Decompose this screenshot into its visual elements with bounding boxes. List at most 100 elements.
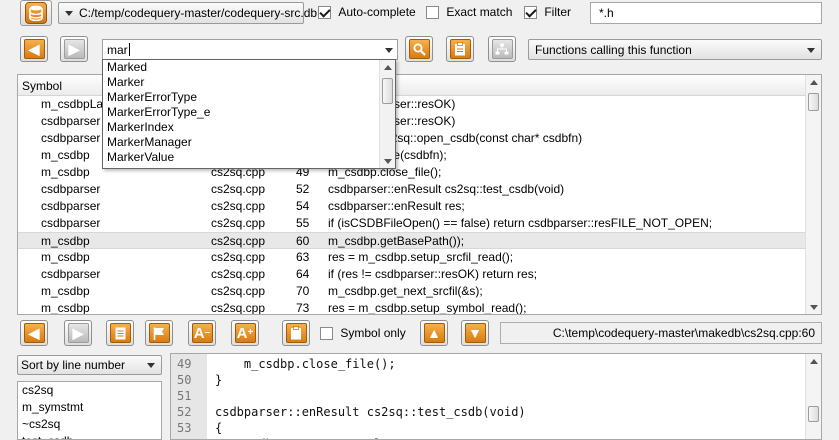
cell-code: if (isCSDBFileOpen() == false) return cs… (328, 216, 713, 230)
cell-line: 63 (296, 250, 310, 264)
table-row[interactable]: csdbparser cs2sq.cpp 54 csdbparser::enResul… (18, 198, 806, 215)
open-file-button[interactable] (106, 320, 134, 346)
cell-line: 52 (296, 182, 310, 196)
decrease-font-button[interactable]: A – (188, 320, 216, 346)
arrow-down-icon: ▼ (464, 323, 486, 343)
results-scrollbar[interactable] (805, 75, 821, 314)
filter-input[interactable]: *.h (590, 2, 822, 24)
code-scrollbar[interactable] (805, 354, 821, 439)
suggestion-scrollbar[interactable] (379, 60, 395, 168)
chevron-down-icon (807, 47, 815, 53)
cell-symbol: m_csdbpLa (41, 97, 104, 111)
bookmark-button[interactable] (145, 320, 173, 346)
next-result-button[interactable]: ▼ (461, 320, 489, 346)
autocomplete-checkbox[interactable] (318, 6, 331, 20)
table-row[interactable]: csdbparser cs2sq.cpp 52 csdbparser::enResul… (18, 181, 806, 198)
code-text: csdbparser::enResult res; (215, 436, 425, 439)
file-forward-button[interactable]: ▶ (64, 320, 92, 346)
increase-font-button[interactable]: A + (231, 320, 259, 346)
table-row[interactable]: m_csdbp cs2sq.cpp 70 m_csdbp.get_next_srcfi… (18, 283, 806, 300)
cell-symbol: csdbparser (41, 182, 101, 196)
function-list-item[interactable]: ~cs2sq (18, 416, 161, 433)
scrollbar-thumb[interactable] (808, 406, 819, 422)
font-increase-icon: A + (234, 323, 256, 343)
cell-line: 73 (296, 301, 310, 315)
cell-symbol: m_csdbp (41, 234, 90, 248)
cell-code: if (res != csdbparser::resOK) return res… (328, 267, 538, 281)
scroll-up-icon[interactable] (806, 75, 821, 89)
database-icon (25, 2, 47, 24)
file-back-button[interactable]: ◀ (20, 320, 48, 346)
scroll-up-icon[interactable] (806, 354, 821, 368)
arrow-up-icon: ▲ (423, 323, 445, 343)
cell-symbol: csdbparser (41, 131, 101, 145)
suggestion-item[interactable]: MarkerValue (103, 150, 379, 165)
previous-result-button[interactable]: ▲ (420, 320, 448, 346)
suggestion-item[interactable]: MarkerManager (103, 135, 379, 150)
cell-symbol: m_csdbp (41, 148, 90, 162)
sort-select[interactable]: Sort by line number (17, 355, 162, 375)
line-number: 53 (177, 421, 192, 435)
graph-button[interactable] (488, 36, 516, 62)
table-row[interactable]: m_csdbp cs2sq.cpp 60 m_csdbp.getBasePath())… (18, 232, 806, 249)
back-button[interactable]: ◀ (20, 36, 48, 62)
table-row[interactable]: m_csdbp cs2sq.cpp 73 res = m_csdbp.setup_sy… (18, 300, 806, 315)
filter-checkbox[interactable] (524, 6, 537, 20)
database-path-text: C:/temp/codequery-master/codequery-src.d… (79, 6, 318, 20)
cell-code: csdbparser::enResult cs2sq::test_csdb(vo… (328, 182, 565, 196)
code-line: 51 (171, 388, 805, 404)
symbol-only-checkbox[interactable] (320, 327, 333, 341)
scroll-down-icon[interactable] (806, 300, 821, 314)
scroll-up-icon[interactable] (380, 60, 395, 74)
code-text: csdbparser::enResult cs2sq::test_csdb(vo… (215, 405, 526, 419)
table-row[interactable]: csdbparser cs2sq.cpp 55 if (isCSDBFileOpen(… (18, 215, 806, 232)
function-list-items: cs2sqm_symstmt~cs2sqtest_csdb (18, 382, 161, 439)
search-button[interactable] (405, 36, 433, 62)
function-list-item[interactable]: test_csdb (18, 433, 161, 439)
function-list: cs2sqm_symstmt~cs2sqtest_csdb (17, 381, 162, 440)
scrollbar-thumb[interactable] (808, 93, 819, 111)
cell-symbol: m_csdbp (41, 165, 90, 179)
table-row[interactable]: csdbparser cs2sq.cpp 64 if (res != csdbpars… (18, 266, 806, 283)
cell-code: m_csdbp.getBasePath()); (328, 234, 465, 248)
line-number: 50 (177, 373, 192, 387)
suggestion-item[interactable]: MarkerIndex (103, 120, 379, 135)
query-type-text: Functions calling this function (535, 42, 692, 57)
cell-symbol: csdbparser (41, 216, 101, 230)
cell-file: cs2sq.cpp (211, 216, 266, 230)
suggestion-item[interactable]: MarkerErrorType_e (103, 105, 379, 120)
cell-symbol: m_csdbp (41, 250, 90, 264)
document-icon (109, 323, 131, 343)
exact-match-checkbox[interactable] (426, 6, 439, 20)
code-line: 49 m_csdbp.close_file(); (171, 356, 805, 372)
suggestion-item[interactable]: MarkerErrorType (103, 90, 379, 105)
database-path-select[interactable]: C:/temp/codequery-master/codequery-src.d… (58, 2, 317, 24)
search-icon (408, 39, 430, 59)
forward-button[interactable]: ▶ (60, 36, 88, 62)
database-button[interactable] (20, 0, 52, 26)
autocomplete-option[interactable]: Auto-complete (318, 5, 416, 20)
line-number: 49 (177, 357, 192, 371)
cell-line: 55 (296, 216, 310, 230)
query-type-select[interactable]: Functions calling this function (528, 39, 822, 60)
clipboard-button[interactable] (446, 36, 474, 62)
suggestion-item[interactable]: Marked (103, 60, 379, 75)
exact-match-option[interactable]: Exact match (426, 5, 512, 20)
chevron-down-icon (385, 47, 393, 53)
cell-symbol: m_csdbp (41, 284, 90, 298)
scrollbar-thumb[interactable] (382, 78, 393, 104)
suggestion-item[interactable]: Marker (103, 75, 379, 90)
scroll-down-icon[interactable] (380, 154, 395, 168)
search-input[interactable]: mar (102, 39, 398, 60)
function-list-item[interactable]: m_symstmt (18, 399, 161, 416)
function-list-item[interactable]: cs2sq (18, 382, 161, 399)
column-header-symbol[interactable]: Symbol (22, 79, 62, 93)
code-text: } (215, 373, 223, 387)
table-row[interactable]: m_csdbp cs2sq.cpp 63 res = m_csdbp.setup_sr… (18, 249, 806, 266)
filter-option[interactable]: Filter (524, 5, 571, 20)
chevron-down-icon (147, 363, 155, 368)
symbol-only-option[interactable]: Symbol only (320, 326, 406, 341)
search-query-text: mar (107, 42, 128, 57)
cell-line: 70 (296, 284, 310, 298)
copy-code-button[interactable] (282, 320, 310, 346)
